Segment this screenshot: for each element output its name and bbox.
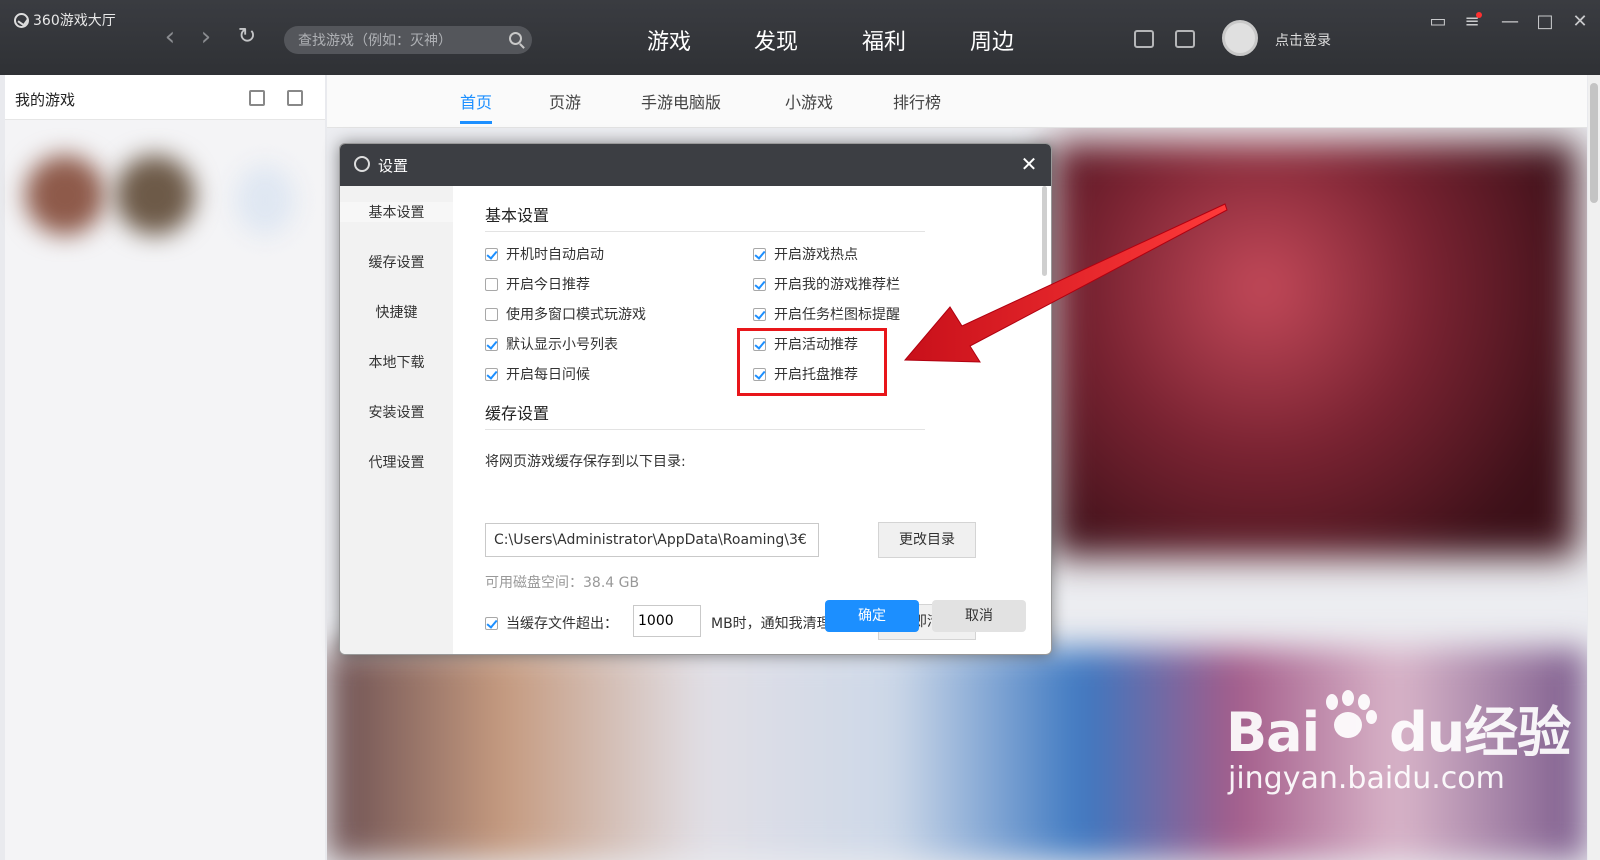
watermark-brand-du: du	[1389, 701, 1465, 764]
watermark-brand-cn: 经验	[1464, 701, 1571, 764]
baidu-watermark: Bai du经验 jingyan.baidu.com	[1226, 688, 1571, 796]
baidu-paw-icon	[1320, 690, 1378, 748]
arrow-shape	[903, 203, 1228, 363]
watermark-brand: Bai	[1226, 701, 1320, 764]
